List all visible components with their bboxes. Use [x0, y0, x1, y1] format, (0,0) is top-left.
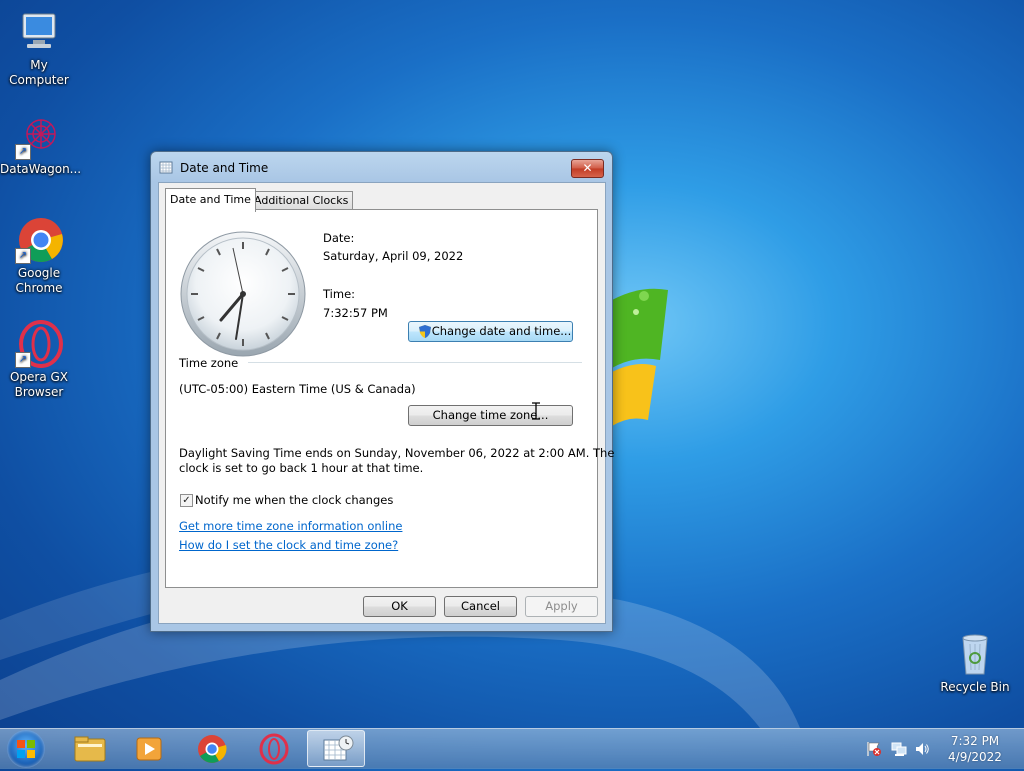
- taskbar-opera-gx[interactable]: [245, 730, 303, 767]
- change-date-and-time-button[interactable]: Change date and time...: [408, 321, 573, 342]
- network-icon[interactable]: [891, 741, 907, 757]
- text-cursor-icon: [532, 402, 540, 420]
- desktop-icon-label: Recycle Bin: [940, 680, 1010, 694]
- desktop-icon-label: Opera GX Browser: [9, 370, 69, 399]
- windows-logo: [612, 288, 668, 426]
- shortcut-arrow-icon: ↗: [15, 144, 31, 160]
- time-zone-separator: [248, 362, 582, 363]
- clock-time: 7:32 PM: [950, 734, 1000, 748]
- system-clock[interactable]: 7:32 PM 4/9/2022: [930, 733, 1020, 765]
- analog-clock: [180, 231, 306, 357]
- desktop-icon-my-computer[interactable]: My Computer: [0, 8, 78, 88]
- date-label: Date:: [323, 231, 355, 245]
- dst-info-line-1: Daylight Saving Time ends on Sunday, Nov…: [179, 446, 615, 460]
- shortcut-arrow-icon: ↗: [15, 352, 31, 368]
- calendar-clock-icon: [159, 161, 173, 174]
- tab-date-and-time[interactable]: Date and Time: [165, 188, 256, 212]
- taskbar-media-player[interactable]: [120, 730, 178, 767]
- desktop-icon-google-chrome[interactable]: ↗ Google Chrome: [0, 216, 78, 296]
- datawagon-icon: ↗: [15, 112, 63, 160]
- windows-explorer-icon: [74, 736, 106, 762]
- media-player-icon: [136, 737, 162, 761]
- time-label: Time:: [323, 287, 356, 301]
- notify-checkbox-label[interactable]: Notify me when the clock changes: [195, 493, 393, 507]
- start-button[interactable]: [7, 730, 45, 768]
- chrome-icon: [198, 735, 227, 763]
- change-time-zone-button[interactable]: Change time zone...: [408, 405, 573, 426]
- volume-icon[interactable]: [914, 741, 930, 757]
- clock-date: 4/9/2022: [948, 750, 1002, 764]
- taskbar-chrome[interactable]: [183, 730, 241, 767]
- uac-shield-icon: [419, 325, 431, 338]
- computer-icon: [15, 8, 63, 56]
- opera-gx-icon: [259, 733, 289, 765]
- desktop-icon-label: Google Chrome: [15, 266, 63, 295]
- ok-button[interactable]: OK: [363, 596, 436, 617]
- apply-button[interactable]: Apply: [525, 596, 598, 617]
- desktop-icon-recycle-bin[interactable]: Recycle Bin: [936, 630, 1014, 695]
- tab-panel: Date: Saturday, April 09, 2022 Time: 7:3…: [165, 209, 614, 588]
- taskbar-date-and-time[interactable]: [307, 730, 365, 767]
- notify-checkbox[interactable]: ✓: [180, 494, 193, 507]
- time-zone-header: Time zone: [179, 356, 239, 370]
- change-date-and-time-label: Change date and time...: [431, 324, 572, 338]
- desktop-icon-label: DataWagon...: [0, 162, 82, 176]
- close-button[interactable]: ✕: [571, 159, 604, 178]
- opera-gx-icon: ↗: [15, 320, 63, 368]
- time-value: 7:32:57 PM: [323, 306, 388, 320]
- taskbar-windows-explorer[interactable]: [60, 730, 118, 767]
- date-and-time-dialog: Date and Time ✕ Date and Time Additional…: [150, 151, 614, 632]
- recycle-bin-icon: [951, 630, 999, 678]
- chrome-icon: ↗: [15, 216, 63, 264]
- taskbar: 7:32 PM 4/9/2022: [0, 728, 1024, 769]
- dialog-titlebar[interactable]: Date and Time ✕: [151, 152, 612, 182]
- date-value: Saturday, April 09, 2022: [323, 249, 464, 263]
- tab-additional-clocks[interactable]: Additional Clocks: [249, 191, 354, 210]
- cancel-button[interactable]: Cancel: [444, 596, 517, 617]
- dst-info-line-2: clock is set to go back 1 hour at that t…: [179, 461, 424, 475]
- action-center-flag-icon[interactable]: [866, 741, 882, 757]
- time-zone-value: (UTC-05:00) Eastern Time (US & Canada): [179, 382, 416, 396]
- windows-logo-icon: [17, 740, 35, 758]
- shortcut-arrow-icon: ↗: [15, 248, 31, 264]
- how-to-set-clock-link[interactable]: How do I set the clock and time zone?: [179, 538, 398, 552]
- desktop-icon-opera-gx[interactable]: ↗ Opera GX Browser: [0, 320, 78, 400]
- desktop-icon-label: My Computer: [9, 58, 69, 87]
- date-time-icon: [323, 735, 354, 761]
- desktop-icon-datawagon[interactable]: ↗ DataWagon...: [0, 112, 82, 177]
- dialog-title: Date and Time: [180, 161, 269, 175]
- time-zone-info-link[interactable]: Get more time zone information online: [179, 519, 402, 533]
